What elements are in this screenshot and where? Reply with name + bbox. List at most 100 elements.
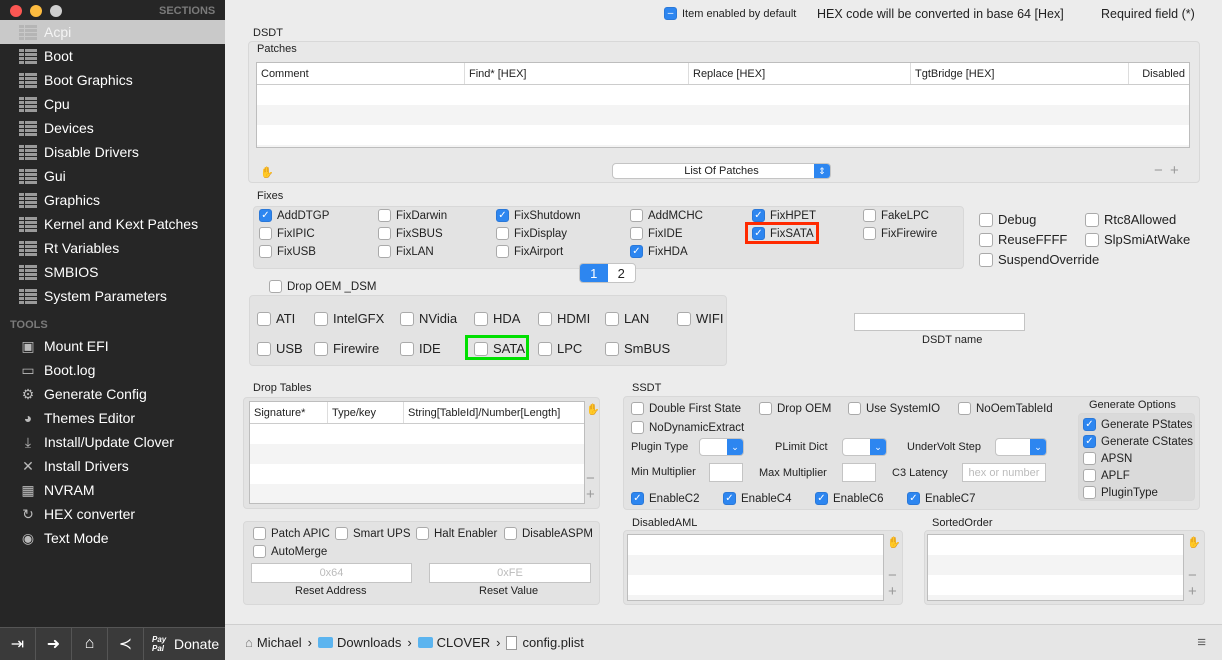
sidebar-item-system-parameters[interactable]: System Parameters xyxy=(0,284,225,308)
page-1-button[interactable]: 1 xyxy=(580,264,608,282)
add-patch-button[interactable]: + xyxy=(1170,162,1179,179)
sidebar-item-smbios[interactable]: SMBIOS xyxy=(0,260,225,284)
drop-tables-table[interactable]: Signature* Type/key String[TableId]/Numb… xyxy=(249,401,585,504)
fixes-page-control[interactable]: 1 2 xyxy=(579,263,636,283)
remove-patch-button[interactable]: − xyxy=(1154,162,1163,179)
share-icon[interactable]: ≺ xyxy=(108,628,144,660)
remove-table-button[interactable]: − xyxy=(586,470,595,487)
checkbox-lpc[interactable]: LPC xyxy=(538,341,582,356)
checkbox-double-first-state[interactable]: Double First State xyxy=(631,402,741,415)
path-michael[interactable]: Michael xyxy=(257,635,302,650)
sorted-order-list[interactable] xyxy=(927,534,1184,601)
dsdt-name-input[interactable] xyxy=(854,313,1025,331)
checkbox-ide[interactable]: IDE xyxy=(400,341,441,356)
col-tgtbridge[interactable]: TgtBridge [HEX] xyxy=(911,63,1129,84)
checkbox-enablec6[interactable]: ✓ EnableC6 xyxy=(815,492,884,505)
checkbox-smbus[interactable]: SmBUS xyxy=(605,341,670,356)
checkbox-enablec7[interactable]: ✓ EnableC7 xyxy=(907,492,976,505)
sidebar-item-devices[interactable]: Devices xyxy=(0,116,225,140)
checkbox-slpsmiatwake[interactable]: SlpSmiAtWake xyxy=(1085,232,1190,247)
col-signature[interactable]: Signature* xyxy=(250,402,328,423)
checkbox-fixhpet[interactable]: ✓ FixHPET xyxy=(752,209,816,222)
checkbox-rtc8allowed[interactable]: Rtc8Allowed xyxy=(1085,212,1176,227)
min-multiplier-input[interactable] xyxy=(709,463,743,482)
checkbox-fixlan[interactable]: FixLAN xyxy=(378,245,434,258)
undervolt-step-select[interactable]: ⌄ xyxy=(995,438,1047,456)
add-table-button[interactable]: + xyxy=(586,486,595,503)
checkbox-ati[interactable]: ATI xyxy=(257,311,295,326)
donate-button[interactable]: Pay Pal Donate xyxy=(144,635,219,653)
checkbox-aplf[interactable]: APLF xyxy=(1083,469,1130,482)
checkbox-reuseffff[interactable]: ReuseFFFF xyxy=(979,232,1067,247)
c3-latency-input[interactable]: hex or number xyxy=(962,463,1046,482)
close-button[interactable] xyxy=(10,5,22,17)
checkbox-nvidia[interactable]: NVidia xyxy=(400,311,457,326)
menu-icon[interactable]: ≡ xyxy=(1197,634,1206,651)
add-order-button[interactable]: + xyxy=(1188,583,1197,600)
grip-icon[interactable]: ✋ xyxy=(260,166,274,179)
patches-table[interactable]: Comment Find* [HEX] Replace [HEX] TgtBri… xyxy=(256,62,1190,148)
checkbox-addmchc[interactable]: AddMCHC xyxy=(630,209,703,222)
sidebar-item-kernel-and-kext-patches[interactable]: Kernel and Kext Patches xyxy=(0,212,225,236)
checkbox-drop-oem-dsm[interactable]: Drop OEM _DSM xyxy=(269,280,376,293)
grip-icon[interactable]: ✋ xyxy=(1187,536,1201,549)
tool-boot-log[interactable]: ▭ Boot.log xyxy=(0,358,225,382)
col-disabled[interactable]: Disabled xyxy=(1129,63,1189,84)
sidebar-item-disable-drivers[interactable]: Disable Drivers xyxy=(0,140,225,164)
checkbox-fixdisplay[interactable]: FixDisplay xyxy=(496,227,567,240)
tool-mount-efi[interactable]: ▣ Mount EFI xyxy=(0,334,225,358)
checkbox-fakelpc[interactable]: FakeLPC xyxy=(863,209,929,222)
checkbox-nodynamicextract[interactable]: NoDynamicExtract xyxy=(631,421,744,434)
path-config[interactable]: config.plist xyxy=(522,635,583,650)
page-2-button[interactable]: 2 xyxy=(607,264,635,282)
reset-address-input[interactable]: 0x64 xyxy=(251,563,412,583)
checkbox-fixdarwin[interactable]: FixDarwin xyxy=(378,209,447,222)
checkbox-enablec2[interactable]: ✓ EnableC2 xyxy=(631,492,700,505)
tool-install-update-clover[interactable]: ⤓ Install/Update Clover xyxy=(0,430,225,454)
grip-icon[interactable]: ✋ xyxy=(586,403,600,416)
tool-nvram[interactable]: ▦ NVRAM xyxy=(0,478,225,502)
checkbox-patch-apic[interactable]: Patch APIC xyxy=(253,527,330,540)
checkbox-fixshutdown[interactable]: ✓ FixShutdown xyxy=(496,209,580,222)
checkbox-plugintype[interactable]: PluginType xyxy=(1083,486,1158,499)
max-multiplier-input[interactable] xyxy=(842,463,876,482)
checkbox-lan[interactable]: LAN xyxy=(605,311,649,326)
remove-aml-button[interactable]: − xyxy=(888,567,897,584)
sidebar-item-graphics[interactable]: Graphics xyxy=(0,188,225,212)
checkbox-debug[interactable]: Debug xyxy=(979,212,1036,227)
checkbox-hdmi[interactable]: HDMI xyxy=(538,311,590,326)
disabled-aml-list[interactable] xyxy=(627,534,884,601)
add-aml-button[interactable]: + xyxy=(888,583,897,600)
checkbox-fixsbus[interactable]: FixSBUS xyxy=(378,227,443,240)
checkbox-halt-enabler[interactable]: Halt Enabler xyxy=(416,527,497,540)
path-downloads[interactable]: Downloads xyxy=(337,635,401,650)
sidebar-item-acpi[interactable]: Acpi xyxy=(0,20,225,44)
zoom-button[interactable] xyxy=(50,5,62,17)
col-string[interactable]: String[TableId]/Number[Length] xyxy=(404,402,584,423)
tool-themes-editor[interactable]: ◕ Themes Editor xyxy=(0,406,225,430)
checkbox-generate-pstates[interactable]: ✓ Generate PStates xyxy=(1083,418,1192,431)
tool-install-drivers[interactable]: ✕ Install Drivers xyxy=(0,454,225,478)
reset-value-input[interactable]: 0xFE xyxy=(429,563,591,583)
checkbox-automerge[interactable]: AutoMerge xyxy=(253,545,327,558)
plugin-type-select[interactable]: ⌄ xyxy=(699,438,744,456)
checkbox-smart-ups[interactable]: Smart UPS xyxy=(335,527,411,540)
checkbox-generate-cstates[interactable]: ✓ Generate CStates xyxy=(1083,435,1193,448)
checkbox-enablec4[interactable]: ✓ EnableC4 xyxy=(723,492,792,505)
checkbox-fixsata[interactable]: ✓ FixSATA xyxy=(752,227,814,240)
checkbox-sata[interactable]: SATA xyxy=(474,341,525,356)
checkbox-fixhda[interactable]: ✓ FixHDA xyxy=(630,245,688,258)
grip-icon[interactable]: ✋ xyxy=(887,536,901,549)
sidebar-item-gui[interactable]: Gui xyxy=(0,164,225,188)
remove-order-button[interactable]: − xyxy=(1188,567,1197,584)
sidebar-item-boot[interactable]: Boot xyxy=(0,44,225,68)
home-icon[interactable]: ⌂ xyxy=(72,628,108,660)
col-comment[interactable]: Comment xyxy=(257,63,465,84)
path-clover[interactable]: CLOVER xyxy=(437,635,490,650)
col-typekey[interactable]: Type/key xyxy=(328,402,404,423)
col-replace[interactable]: Replace [HEX] xyxy=(689,63,911,84)
checkbox-fixide[interactable]: FixIDE xyxy=(630,227,683,240)
import-icon[interactable]: ⇥ xyxy=(0,628,36,660)
tool-generate-config[interactable]: ⚙ Generate Config xyxy=(0,382,225,406)
sidebar-item-boot-graphics[interactable]: Boot Graphics xyxy=(0,68,225,92)
